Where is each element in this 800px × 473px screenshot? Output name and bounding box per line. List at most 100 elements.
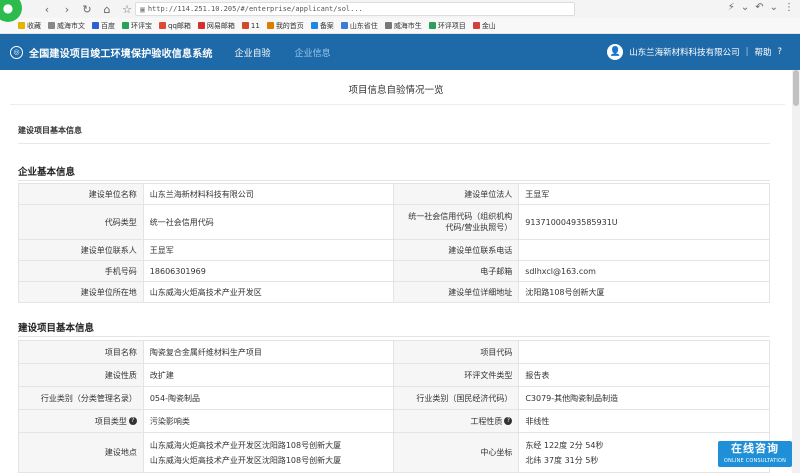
bookmark-item[interactable]: 环评项目 xyxy=(428,21,466,31)
bookmark-item[interactable]: 山东省住 xyxy=(340,21,378,31)
company-name[interactable]: 山东兰海新材料科技有限公司 xyxy=(629,46,740,58)
field-value-text: 91371000493585931U xyxy=(525,217,618,227)
online-chat-button[interactable]: 在线咨询 ONLINE CONSULTATION xyxy=(718,441,792,467)
browser-toolbar: ‹ › ↻ ⌂ ☆ ▣ http://114.251.10.205/#/ente… xyxy=(0,0,800,18)
scrollbar[interactable] xyxy=(792,70,800,473)
enterprise-table: 建设单位名称 山东兰海新材料科技有限公司 建设单位法人 王显军 代码类型 统一社会信用代… xyxy=(18,183,770,303)
field-value-text: 陶瓷复合金属纤维材料生产项目 xyxy=(149,347,262,357)
chevron-down-icon[interactable]: ⌄ xyxy=(741,2,749,13)
field-label-text: 项目类型 xyxy=(94,416,127,426)
bookmark-icon xyxy=(48,22,55,29)
field-value: 统一社会信用代码 xyxy=(142,204,395,240)
bookmark-icon xyxy=(122,22,129,29)
bookmark-label: 环评项目 xyxy=(437,21,466,30)
field-value: 非线性 xyxy=(518,409,770,433)
star-icon[interactable]: ☆ xyxy=(120,2,134,16)
bookmark-label: 网易邮箱 xyxy=(206,21,235,30)
bookmark-icon xyxy=(310,22,318,29)
bookmark-icon xyxy=(428,22,436,29)
more-icon[interactable]: ⋮ xyxy=(784,2,794,13)
bookmarks-bar: 收藏 威海市文 百度 环评宝 qq邮箱 网易邮箱 11 我的首页 备案 山东省住 威海市生 环评项目 金… xyxy=(0,18,800,34)
help-link[interactable]: 帮助 xyxy=(754,46,771,58)
forward-icon[interactable]: › xyxy=(60,2,74,16)
nav-enterprise-info[interactable]: 企业信息 xyxy=(295,46,331,59)
field-value-text: 沈阳路108号创新大厦 xyxy=(525,287,605,297)
help-icon[interactable]: ? xyxy=(128,417,137,425)
divider xyxy=(18,336,770,337)
field-label: 行业类别（国民经济代码） xyxy=(393,386,520,410)
field-label: 统一社会信用代码（组织机构代码/营业执照号） xyxy=(393,204,520,240)
field-label: 建设单位详细地址 xyxy=(393,281,520,303)
field-value-text: 王显军 xyxy=(149,245,174,255)
avatar[interactable]: 👤 xyxy=(607,44,624,60)
bookmark-item[interactable]: 我的首页 xyxy=(266,21,304,31)
field-value-text: 污染影响类 xyxy=(149,416,190,426)
section-title-project-basic: 建设项目基本信息 xyxy=(18,126,82,135)
field-value: 山东威海火炬高技术产业开发区 xyxy=(142,281,395,303)
field-label: 行业类别（分类管理名录） xyxy=(18,386,144,410)
bookmark-label: 环评宝 xyxy=(131,21,152,30)
bookmark-label: 金山 xyxy=(481,21,496,30)
bookmark-item[interactable]: 威海市文 xyxy=(48,21,85,31)
undo-icon[interactable]: ↶ xyxy=(755,2,763,13)
divider: | xyxy=(745,47,749,57)
back-icon[interactable]: ‹ xyxy=(40,2,54,16)
bookmark-icon xyxy=(159,22,166,29)
nav-self-check[interactable]: 企业自验 xyxy=(235,46,271,59)
bookmark-item[interactable]: 11 xyxy=(241,21,260,30)
bookmark-icon xyxy=(472,22,480,29)
bookmark-label: 威海市生 xyxy=(393,21,422,30)
field-value-text: 18606301969 xyxy=(149,266,206,276)
main-content: 项目信息自验情况一览 建设项目基本信息 企业基本信息 建设单位名称 山东兰海新材料… xyxy=(0,70,792,473)
field-value-text: sdlhxcl@163.com xyxy=(525,266,596,276)
field-value: 污染影响类 xyxy=(142,409,395,433)
flash-icon[interactable]: ⚡ xyxy=(728,2,735,13)
field-label: 建设单位联系电话 xyxy=(393,239,520,261)
field-label-text: 代码类型 xyxy=(104,217,137,227)
help-icon[interactable]: ? xyxy=(777,47,782,57)
bookmark-item[interactable]: 收藏 xyxy=(18,21,41,31)
home-icon[interactable]: ⌂ xyxy=(100,2,114,16)
reload-icon[interactable]: ↻ xyxy=(80,2,94,16)
location-line: 山东威海火炬高技术产业开发区沈阳路108号创新大厦 xyxy=(149,440,342,450)
bookmark-item[interactable]: 网易邮箱 xyxy=(197,21,235,31)
field-value-text: 山东威海火炬高技术产业开发区 xyxy=(149,287,262,297)
app-title: 全国建设项目竣工环境保护验收信息系统 xyxy=(29,48,213,60)
bookmark-item[interactable]: 金山 xyxy=(472,21,496,31)
field-label-text: 建设单位所在地 xyxy=(80,287,137,297)
address-bar[interactable]: ▣ http://114.251.10.205/#/enterprise/app… xyxy=(135,2,575,16)
field-value: 山东威海火炬高技术产业开发区沈阳路108号创新大厦 山东威海火炬高技术产业开发区… xyxy=(142,432,395,473)
field-value-text: 非线性 xyxy=(525,416,550,426)
bookmark-item[interactable]: 环评宝 xyxy=(122,21,152,31)
logo-icon: ◎ xyxy=(10,45,23,59)
field-label-text: 电子邮箱 xyxy=(480,266,513,276)
page-icon: ▣ xyxy=(140,4,145,14)
bookmark-label: 我的首页 xyxy=(275,21,304,30)
field-label: 中心坐标 xyxy=(393,432,520,473)
field-value-text: 改扩建 xyxy=(149,370,174,380)
field-label-text: 建设单位法人 xyxy=(464,189,513,199)
field-value: 18606301969 xyxy=(142,260,395,282)
field-label-text: 建设单位联系人 xyxy=(80,245,137,255)
field-label: 项目代码 xyxy=(393,340,520,364)
field-value xyxy=(518,340,770,364)
bookmark-label: 11 xyxy=(250,21,260,30)
bookmark-item[interactable]: 威海市生 xyxy=(384,21,422,31)
field-value: sdlhxcl@163.com xyxy=(518,260,770,282)
field-value-text: 统一社会信用代码 xyxy=(149,217,214,227)
bookmark-icon xyxy=(266,22,274,29)
bookmark-item[interactable]: qq邮箱 xyxy=(159,21,191,31)
field-label-text: 手机号码 xyxy=(104,266,137,276)
scroll-thumb[interactable] xyxy=(793,70,799,106)
bookmark-item[interactable]: 备案 xyxy=(310,21,334,31)
field-label-text: 建设性质 xyxy=(104,370,137,380)
field-label-text: 建设单位联系电话 xyxy=(448,245,513,255)
help-icon[interactable]: ? xyxy=(504,417,513,425)
field-label-text: 建设单位详细地址 xyxy=(448,287,513,297)
bookmark-icon xyxy=(92,22,99,29)
bookmark-item[interactable]: 百度 xyxy=(92,21,115,31)
divider xyxy=(10,104,785,105)
field-label: 环评文件类型 xyxy=(393,363,520,387)
field-label: 建设单位法人 xyxy=(393,183,520,205)
menu-icon[interactable]: ⌄ xyxy=(770,2,778,13)
